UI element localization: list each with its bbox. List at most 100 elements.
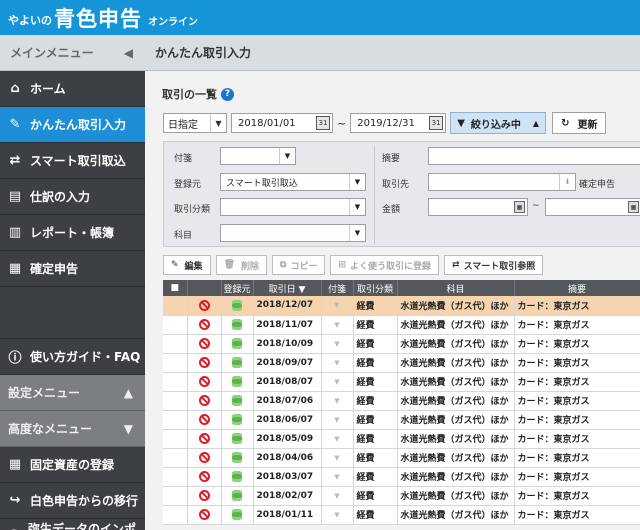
row-date: 2018/02/07 xyxy=(253,486,322,506)
table-row[interactable]: 2018/07/06 ▼ 経費 水道光熱費（ガス代）ほか カード：東京ガス xyxy=(163,391,640,411)
refresh-button[interactable]: ↻ 更新 xyxy=(552,112,607,134)
row-tag-cell[interactable]: ▼ xyxy=(321,315,354,335)
row-source-cell xyxy=(221,391,254,411)
date-to-input[interactable]: 2019/12/31 31 xyxy=(350,113,447,133)
row-tag-cell[interactable]: ▼ xyxy=(321,448,354,468)
date-from-input[interactable]: 2018/01/01 31 xyxy=(231,113,333,133)
row-tag-cell[interactable]: ▼ xyxy=(321,486,354,506)
sidebar-item-tax-return[interactable]: ▦ 確定申告 xyxy=(0,251,145,287)
amount-from-input[interactable]: ▦ xyxy=(428,198,528,216)
table-row[interactable]: 2018/06/07 ▼ 経費 水道光熱費（ガス代）ほか カード：東京ガス xyxy=(163,410,640,430)
account-select[interactable]: ▼ xyxy=(220,224,366,242)
filter-button[interactable]: ▼ 絞り込み中 ▲ xyxy=(450,112,547,134)
row-checkbox[interactable] xyxy=(163,448,188,468)
sidebar-item-smart-import[interactable]: ⇄ スマート取引取込 xyxy=(0,143,145,179)
row-status-cell xyxy=(187,505,222,525)
table-row[interactable]: 2018/11/07 ▼ 経費 水道光熱費（ガス代）ほか カード：東京ガス xyxy=(163,315,640,335)
date-mode-select[interactable]: 日指定 ▼ xyxy=(163,113,227,133)
sidebar-item-simple-entry[interactable]: ✎ かんたん取引入力 xyxy=(0,107,145,143)
row-tag-cell[interactable]: ▼ xyxy=(321,353,354,373)
row-checkbox[interactable] xyxy=(163,296,188,316)
source-select[interactable]: スマート取引取込 ▼ xyxy=(220,173,366,191)
row-summary: カード：東京ガス xyxy=(514,486,640,506)
edit-button-label: 編集 xyxy=(184,261,203,272)
amount-tilde: ~ xyxy=(532,201,540,211)
amount-to-input[interactable]: ▦ xyxy=(545,198,640,216)
table-row[interactable]: 2018/01/11 ▼ 経費 水道光熱費（ガス代）ほか カード：東京ガス xyxy=(163,505,640,525)
row-checkbox[interactable] xyxy=(163,467,188,487)
column-header-account[interactable]: 科目 xyxy=(397,280,515,296)
collapse-left-icon[interactable]: ◀ xyxy=(124,46,133,60)
sidebar-item-guide[interactable]: ⓘ 使い方ガイド・FAQ xyxy=(0,339,145,375)
edit-button[interactable]: ✎ 編集 xyxy=(163,255,211,275)
sidebar-item-reports[interactable]: ▥ レポート・帳簿 xyxy=(0,215,145,251)
row-tag-cell[interactable]: ▼ xyxy=(321,410,354,430)
partner-select[interactable]: ⬇ xyxy=(428,173,576,191)
row-category: 経費 xyxy=(353,448,398,468)
sidebar-item-import-data[interactable]: ☺ 弥生データのインポート xyxy=(0,519,145,530)
database-icon xyxy=(232,319,242,330)
summary-input[interactable] xyxy=(428,147,640,165)
row-tag-cell[interactable]: ▼ xyxy=(321,372,354,392)
row-tag-cell[interactable]: ▼ xyxy=(321,296,354,316)
row-tag-cell[interactable]: ▼ xyxy=(321,391,354,411)
row-checkbox[interactable] xyxy=(163,334,188,354)
sidebar-item-journal[interactable]: ▤ 仕訳の入力 xyxy=(0,179,145,215)
calculator-icon[interactable]: ▦ xyxy=(628,201,639,213)
sidebar-item-home[interactable]: ⌂ ホーム xyxy=(0,71,145,107)
add-favorite-icon: ⊞ xyxy=(338,260,347,270)
table-row[interactable]: 2018/12/07 ▼ 経費 水道光熱費（ガス代）ほか カード：東京ガス xyxy=(163,296,640,316)
smart-reference-label: スマート取引参照 xyxy=(463,261,536,272)
column-header-date[interactable]: 取引日 ▼ xyxy=(253,280,322,296)
sidebar-item-label: 白色申告からの移行 xyxy=(30,494,139,508)
chevron-down-icon: ▼ xyxy=(334,358,340,367)
column-header-source[interactable]: 登録元 xyxy=(221,280,254,296)
row-date: 2018/11/07 xyxy=(253,315,322,335)
calendar-icon[interactable]: 31 xyxy=(429,116,444,130)
row-checkbox[interactable] xyxy=(163,410,188,430)
table-row[interactable]: 2018/04/06 ▼ 経費 水道光熱費（ガス代）ほか カード：東京ガス xyxy=(163,448,640,468)
row-checkbox[interactable] xyxy=(163,486,188,506)
chevron-down-icon: ▼ xyxy=(334,434,340,443)
tag-select[interactable]: ▼ xyxy=(220,147,296,165)
main-content: かんたん取引入力 取引の一覧 ? 日指定 ▼ 2018/01/01 31 ~ 2… xyxy=(145,35,640,530)
settings-menu-header[interactable]: 設定メニュー ▲ xyxy=(0,375,145,411)
row-account: 水道光熱費（ガス代）ほか xyxy=(397,429,515,449)
chevron-down-icon: ▼ xyxy=(334,491,340,500)
sidebar-item-fixed-assets[interactable]: ▦ 固定資産の登録 xyxy=(0,447,145,483)
main-menu-header[interactable]: メインメニュー ◀ xyxy=(0,35,145,71)
table-row[interactable]: 2018/10/09 ▼ 経費 水道光熱費（ガス代）ほか カード：東京ガス xyxy=(163,334,640,354)
table-row[interactable]: 2018/03/07 ▼ 経費 水道光熱費（ガス代）ほか カード：東京ガス xyxy=(163,467,640,487)
row-checkbox[interactable] xyxy=(163,315,188,335)
help-icon[interactable]: ? xyxy=(221,87,234,101)
row-summary: カード：東京ガス xyxy=(514,467,640,487)
row-checkbox[interactable] xyxy=(163,391,188,411)
column-header-tag[interactable]: 付箋 xyxy=(321,280,354,296)
table-row[interactable]: 2018/02/07 ▼ 経費 水道光熱費（ガス代）ほか カード：東京ガス xyxy=(163,486,640,506)
row-tag-cell[interactable]: ▼ xyxy=(321,429,354,449)
select-all-checkbox[interactable]: ■ xyxy=(163,280,188,296)
row-tag-cell[interactable]: ▼ xyxy=(321,334,354,354)
table-row[interactable]: 2018/05/09 ▼ 経費 水道光熱費（ガス代）ほか カード：東京ガス xyxy=(163,429,640,449)
column-header-category[interactable]: 取引分類 xyxy=(353,280,398,296)
row-checkbox[interactable] xyxy=(163,505,188,525)
table-row[interactable]: 2018/08/07 ▼ 経費 水道光熱費（ガス代）ほか カード：東京ガス xyxy=(163,372,640,392)
category-select[interactable]: ▼ xyxy=(220,198,366,216)
row-tag-cell[interactable]: ▼ xyxy=(321,467,354,487)
row-tag-cell[interactable]: ▼ xyxy=(321,505,354,525)
chevron-down-icon: ▼ xyxy=(123,421,133,436)
advanced-menu-header[interactable]: 高度なメニュー ▼ xyxy=(0,411,145,447)
calculator-icon[interactable]: ▦ xyxy=(514,201,525,213)
copy-button[interactable]: ⧉ コピー xyxy=(272,255,326,275)
sidebar-item-migrate[interactable]: ↪ 白色申告からの移行 xyxy=(0,483,145,519)
row-checkbox[interactable] xyxy=(163,429,188,449)
delete-button[interactable]: 🗑 削除 xyxy=(215,255,268,275)
prohibited-icon xyxy=(198,509,210,520)
row-checkbox[interactable] xyxy=(163,372,188,392)
table-row[interactable]: 2018/09/07 ▼ 経費 水道光熱費（ガス代）ほか カード：東京ガス xyxy=(163,353,640,373)
column-header-summary[interactable]: 摘要 xyxy=(514,280,640,296)
row-checkbox[interactable] xyxy=(163,353,188,373)
register-frequent-button[interactable]: ⊞ よく使う取引に登録 xyxy=(330,255,440,275)
calendar-icon[interactable]: 31 xyxy=(316,116,330,130)
smart-reference-button[interactable]: ⇄ スマート取引参照 xyxy=(444,255,544,275)
